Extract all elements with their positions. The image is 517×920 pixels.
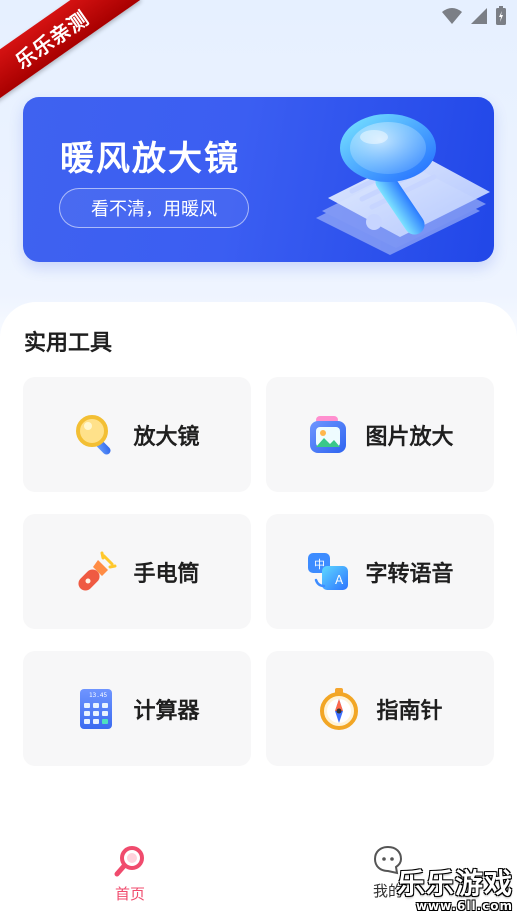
watermark-url: www.6ll.com xyxy=(415,899,513,913)
banner-slogan: 看不清，用暖风 xyxy=(59,188,249,228)
magnifier-illustration xyxy=(316,114,490,255)
svg-text:A: A xyxy=(335,573,344,587)
section-title: 实用工具 xyxy=(24,331,113,356)
tool-label: 图片放大 xyxy=(365,424,454,450)
tool-image-zoom-content: 图片放大 xyxy=(266,377,494,492)
flashlight-icon xyxy=(74,550,118,594)
tool-magnifier[interactable]: 放大镜 xyxy=(23,377,251,492)
tool-flashlight[interactable]: 手电筒 xyxy=(23,514,251,629)
nav-home-label: 首页 xyxy=(114,885,145,903)
home-magnifier-icon xyxy=(114,846,144,877)
tool-label: 指南针 xyxy=(376,698,443,724)
image-icon xyxy=(306,413,350,457)
battery-icon xyxy=(496,6,506,25)
watermark-text: 乐乐游戏 xyxy=(396,867,513,900)
tool-label: 计算器 xyxy=(133,698,200,724)
nav-home[interactable]: 首页 xyxy=(101,844,159,904)
tool-label: 字转语音 xyxy=(365,561,454,587)
tool-magnifier-content: 放大镜 xyxy=(23,377,251,492)
tool-label: 放大镜 xyxy=(133,424,200,450)
tool-compass-content: 指南针 xyxy=(266,651,494,766)
signal-icon xyxy=(471,8,487,24)
tools-panel: 实用工具 放大镜 图片放大 手电筒 中 A 字转语音 13.45 计算器 指南针 xyxy=(0,302,517,920)
banner-title: 暖风放大镜 xyxy=(60,139,240,179)
svg-text:13.45: 13.45 xyxy=(89,692,107,699)
tool-text-to-speech[interactable]: 中 A 字转语音 xyxy=(266,514,494,629)
tool-compass[interactable]: 指南针 xyxy=(266,651,494,766)
compass-icon xyxy=(317,687,361,731)
tool-label: 手电筒 xyxy=(133,561,200,587)
text-to-speech-icon: 中 A xyxy=(306,550,350,594)
calculator-icon: 13.45 xyxy=(74,687,118,731)
wifi-icon xyxy=(442,8,462,24)
watermark: 乐乐游戏 www.6ll.com xyxy=(396,867,513,914)
magnifier-icon xyxy=(74,413,118,457)
tool-flashlight-content: 手电筒 xyxy=(23,514,251,629)
hero-banner[interactable]: 暖风放大镜 看不清，用暖风 xyxy=(23,97,494,262)
tool-text-to-speech-content: 中 A 字转语音 xyxy=(266,514,494,629)
status-icons xyxy=(441,6,507,26)
tool-image-zoom[interactable]: 图片放大 xyxy=(266,377,494,492)
tool-calculator[interactable]: 13.45 计算器 xyxy=(23,651,251,766)
tool-calculator-content: 13.45 计算器 xyxy=(23,651,251,766)
bottom-nav: 首页 我的 乐乐游戏 www.6ll.com xyxy=(0,834,517,920)
app-screen: 乐乐亲测 暖风放大镜 看不清，用暖风 实用工具 放大镜 图片放大 手电筒 中 A… xyxy=(0,0,517,920)
